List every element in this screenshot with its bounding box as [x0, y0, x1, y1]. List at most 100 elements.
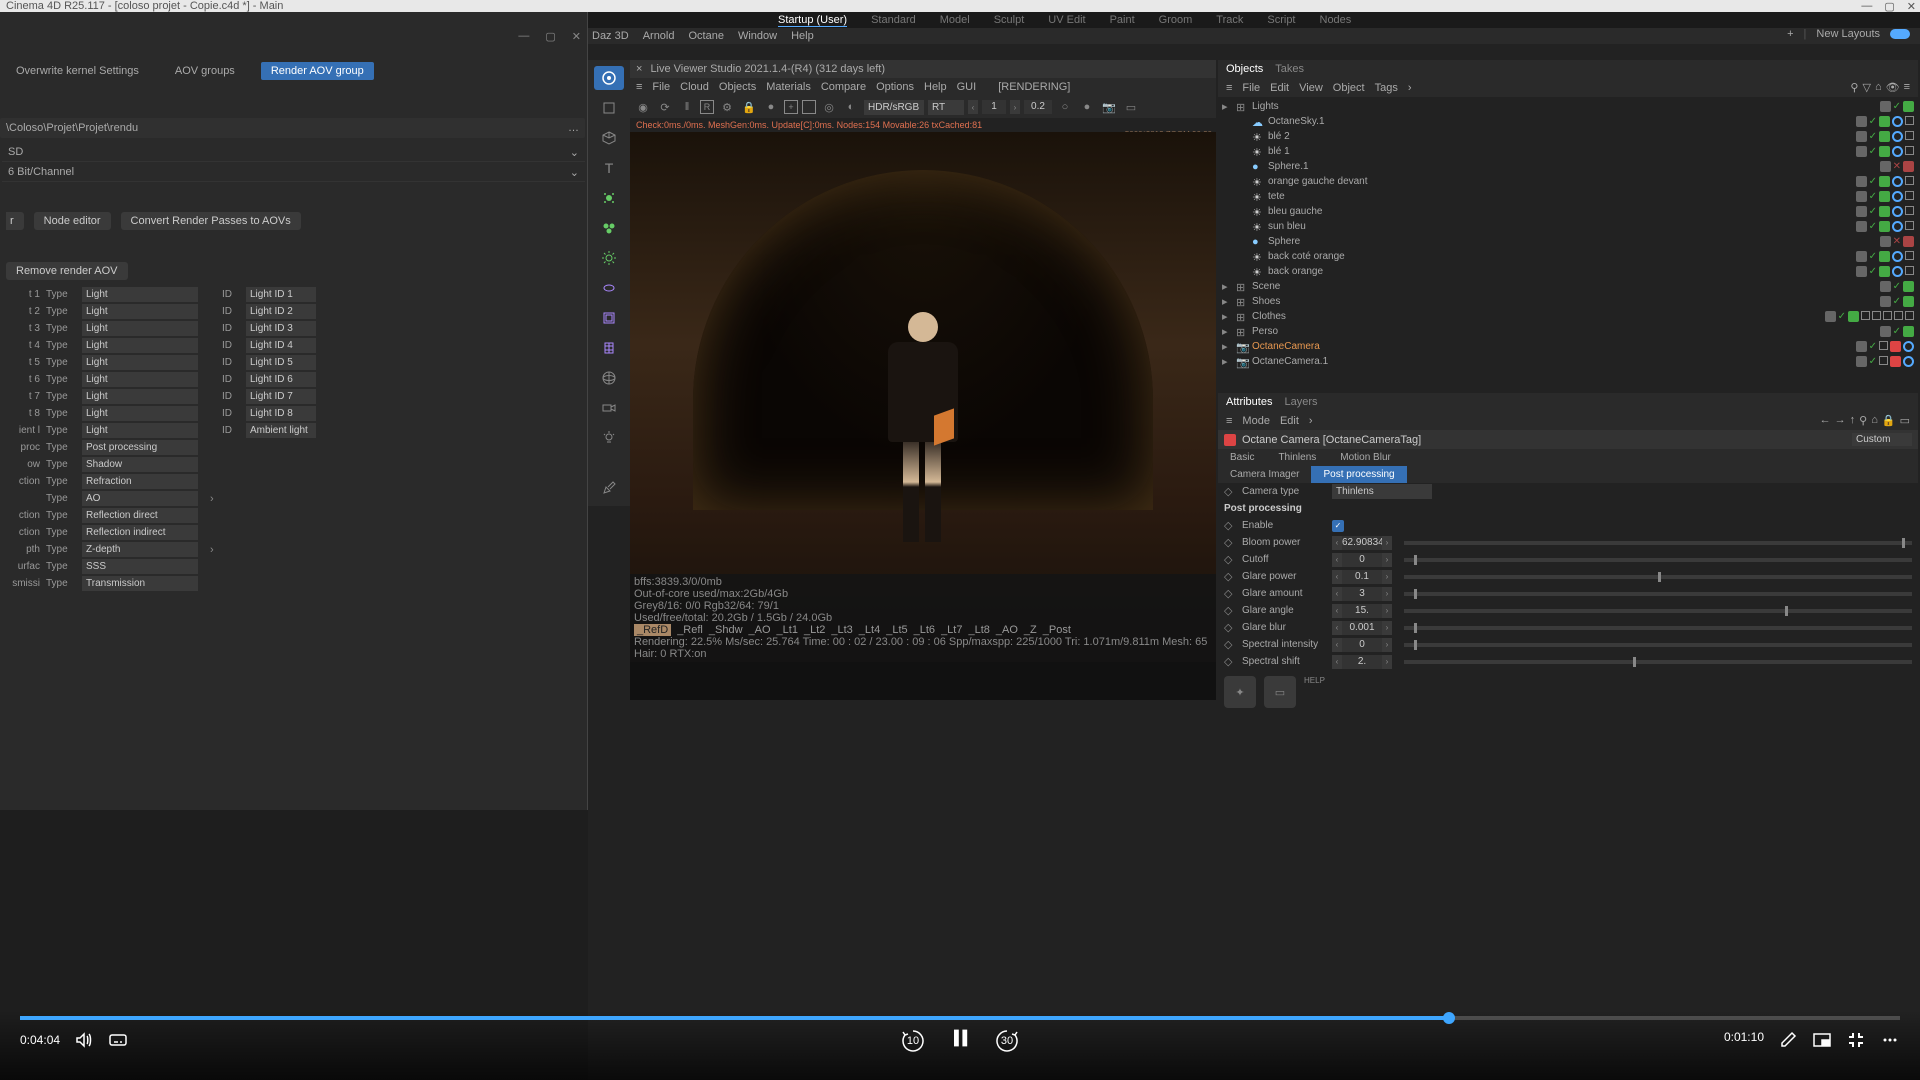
cloner-tool-icon[interactable] [594, 216, 624, 240]
key-icon[interactable]: ◇ [1224, 519, 1236, 532]
aov-type-select[interactable]: Reflection indirect [82, 525, 198, 540]
bitdepth-select[interactable]: 6 Bit/Channel [8, 166, 74, 179]
output-path-field[interactable]: \Coloso\Projet\Projet\rendu… [0, 118, 585, 138]
object-name[interactable]: tete [1268, 191, 1852, 202]
tree-row[interactable]: ☀tete✓ [1222, 189, 1914, 204]
subtab-motion-blur[interactable]: Motion Blur [1328, 449, 1403, 466]
tree-row[interactable]: ▸⊞Perso✓ [1222, 324, 1914, 339]
render-dot-icon[interactable] [1903, 161, 1914, 172]
spin-down-button[interactable]: ‹ [1332, 587, 1342, 601]
octane-tag-icon[interactable] [1890, 356, 1901, 367]
spin-down-button[interactable]: ‹ [1332, 553, 1342, 567]
tree-row[interactable]: ☀back coté orange✓ [1222, 249, 1914, 264]
objects-menu-item[interactable]: File [1242, 82, 1260, 94]
layout-tab[interactable]: Nodes [1320, 14, 1352, 26]
tag-icon[interactable] [1880, 281, 1891, 292]
render-pass-tab[interactable]: _Lt4 [859, 624, 880, 636]
tree-row[interactable]: ☁OctaneSky.1✓ [1222, 114, 1914, 129]
eye-icon[interactable]: 👁 [1886, 81, 1900, 94]
app-menu-item[interactable]: Window [738, 30, 777, 42]
aov-type-select[interactable]: Light [82, 287, 198, 302]
progress-thumb[interactable] [1443, 1012, 1455, 1024]
viewer-menu-item[interactable]: Materials [766, 81, 811, 93]
spin-up-button[interactable]: › [1382, 536, 1392, 550]
layout-tab[interactable]: Model [940, 14, 970, 26]
fullscreen-exit-icon[interactable] [1846, 1030, 1866, 1050]
object-name[interactable]: Clothes [1252, 311, 1821, 322]
key-icon[interactable]: ◇ [1224, 570, 1236, 583]
param-slider[interactable] [1404, 609, 1912, 613]
tag-square-icon[interactable] [1905, 191, 1914, 200]
tag-square-icon[interactable] [1905, 206, 1914, 215]
objects-menu-item[interactable]: Object [1333, 82, 1365, 94]
tag-icon[interactable] [1856, 356, 1867, 367]
object-name[interactable]: sun bleu [1268, 221, 1852, 232]
render-pass-tab[interactable]: _Lt8 [968, 624, 989, 636]
target-tag-icon[interactable] [1892, 266, 1903, 277]
render-pass-tab[interactable]: _Lt6 [914, 624, 935, 636]
subtab-thinlens[interactable]: Thinlens [1266, 449, 1328, 466]
aov-type-select[interactable]: Light [82, 423, 198, 438]
spin-up-button[interactable]: › [1382, 638, 1392, 652]
preset-big-icon[interactable]: ▭ [1264, 676, 1296, 708]
render-dot-icon[interactable] [1879, 206, 1890, 217]
visibility-on-icon[interactable]: ✓ [1869, 356, 1877, 367]
format-select[interactable]: SD [8, 146, 23, 159]
caption-icon[interactable] [108, 1030, 128, 1050]
dialog-minimize-icon[interactable]: — [518, 30, 529, 43]
tree-row[interactable]: ▸⊞Clothes✓ [1222, 309, 1914, 324]
tag-sq-icon[interactable] [1905, 311, 1914, 320]
render-pass-tab[interactable]: _Lt5 [886, 624, 907, 636]
spin-up-button[interactable]: › [1382, 655, 1392, 669]
gear-tool-icon[interactable] [594, 246, 624, 270]
frame-next-button[interactable]: › [1010, 100, 1020, 114]
tag-icon[interactable] [1856, 206, 1867, 217]
tag-icon[interactable] [1880, 326, 1891, 337]
aov-type-select[interactable]: Light [82, 389, 198, 404]
tab-attributes[interactable]: Attributes [1226, 396, 1272, 408]
visibility-on-icon[interactable]: ✓ [1869, 191, 1877, 202]
aov-id-select[interactable]: Light ID 2 [246, 304, 316, 319]
spin-up-button[interactable]: › [1382, 621, 1392, 635]
home-icon[interactable]: ⌂ [1875, 81, 1882, 94]
key-icon[interactable]: ◇ [1224, 638, 1236, 651]
target-tag-icon[interactable] [1892, 191, 1903, 202]
param-value[interactable]: 0 [1342, 553, 1382, 567]
render-pass-tab[interactable]: _RefD [634, 624, 671, 636]
tree-row[interactable]: ☀sun bleu✓ [1222, 219, 1914, 234]
save-icon[interactable]: ○ [1056, 98, 1074, 116]
app-menu-item[interactable]: Daz 3D [592, 30, 629, 42]
aov-type-select[interactable]: Z-depth [82, 542, 198, 557]
object-name[interactable]: OctaneSky.1 [1268, 116, 1852, 127]
target-tag-icon[interactable] [1892, 221, 1903, 232]
subtab-post-processing[interactable]: Post processing [1311, 466, 1406, 483]
target-tag-icon[interactable] [1892, 131, 1903, 142]
tag-square-icon[interactable] [1905, 176, 1914, 185]
layouts-toggle[interactable] [1890, 29, 1910, 39]
target-tag-icon[interactable] [1892, 251, 1903, 262]
tag-sq-icon[interactable] [1861, 311, 1870, 320]
tree-row[interactable]: ●Sphere.1✕ [1222, 159, 1914, 174]
aov-id-select[interactable]: Light ID 3 [246, 321, 316, 336]
render-dot-icon[interactable] [1903, 296, 1914, 307]
nav-back-icon[interactable]: ← [1820, 414, 1831, 427]
filter-icon[interactable]: ▽ [1862, 81, 1870, 94]
object-name[interactable]: Sphere [1268, 236, 1876, 247]
snapshot-icon[interactable]: ● [1078, 98, 1096, 116]
app-menu-item[interactable]: Arnold [643, 30, 675, 42]
refresh-icon[interactable]: ⟳ [656, 98, 674, 116]
add-icon[interactable]: + [784, 100, 798, 114]
aov-id-select[interactable]: Ambient light [246, 423, 316, 438]
tag-sq-icon[interactable] [1872, 311, 1881, 320]
nav-search-icon[interactable]: ⚲ [1859, 414, 1867, 427]
viewer-menu-item[interactable]: ≡ [636, 81, 642, 93]
add-layout-icon[interactable]: + [1787, 28, 1793, 40]
spin-up-button[interactable]: › [1382, 570, 1392, 584]
visibility-on-icon[interactable]: ✓ [1869, 116, 1877, 127]
object-name[interactable]: bleu gauche [1268, 206, 1852, 217]
light-tool-icon[interactable] [594, 426, 624, 450]
search-icon[interactable]: ⚲ [1850, 81, 1858, 94]
app-menu-item[interactable]: Octane [688, 30, 723, 42]
render-dot-icon[interactable] [1879, 176, 1890, 187]
app-menu-item[interactable]: Help [791, 30, 814, 42]
